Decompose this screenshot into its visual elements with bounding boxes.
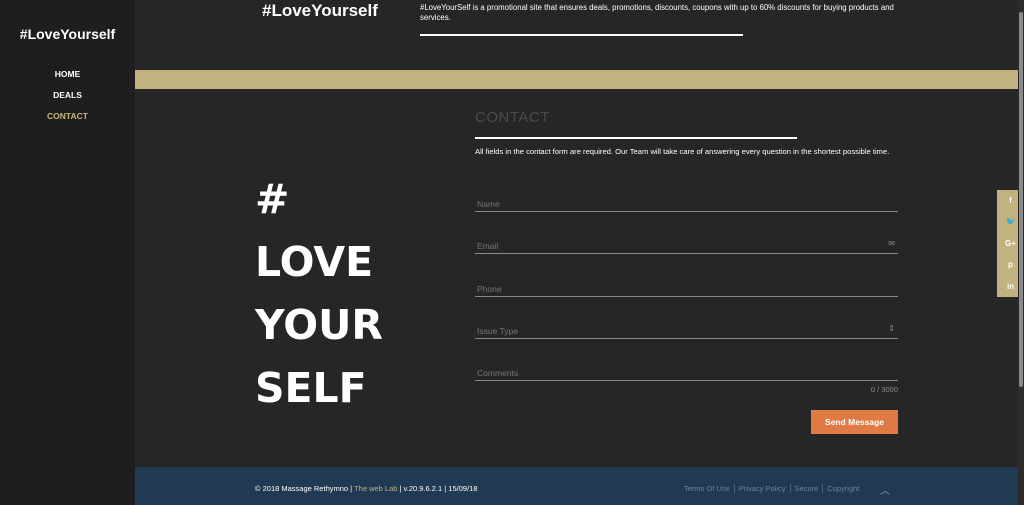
hero-line-self: SELF bbox=[255, 364, 367, 412]
footer-copyright: © 2018 Massage Rethymno | The web Lab | … bbox=[255, 484, 478, 493]
comments-textarea[interactable] bbox=[475, 368, 898, 378]
phone-input[interactable] bbox=[475, 284, 898, 294]
sidebar-logo[interactable]: #LoveYourself bbox=[0, 26, 135, 42]
comments-counter: 0 / 3000 bbox=[870, 385, 898, 394]
secure-link[interactable]: Secure bbox=[790, 484, 824, 493]
contact-title: CONTACT bbox=[475, 109, 550, 126]
hero-line-hash: # bbox=[255, 175, 290, 223]
header: #LoveYourself #LoveYourSelf is a promoti… bbox=[135, 0, 1018, 70]
send-message-button[interactable]: Send Message bbox=[811, 410, 898, 434]
nav-item-deals[interactable]: DEALS bbox=[0, 90, 135, 111]
gold-band bbox=[135, 70, 1018, 89]
scrollbar-thumb[interactable] bbox=[1019, 12, 1023, 387]
name-field bbox=[475, 194, 898, 212]
name-input[interactable] bbox=[475, 199, 898, 209]
header-title: #LoveYourself bbox=[262, 1, 378, 20]
copyright-text: © 2018 Massage Rethymno | bbox=[255, 484, 355, 493]
version-text: | v.20.9.6.2.1 | 15/09/18 bbox=[397, 484, 478, 493]
email-input[interactable] bbox=[475, 241, 898, 251]
issue-type-field: ⇕ bbox=[475, 321, 898, 339]
comments-field bbox=[475, 363, 898, 381]
sidebar-nav: HOME DEALS CONTACT bbox=[0, 69, 135, 132]
scroll-up-icon[interactable]: ︿ bbox=[880, 482, 890, 497]
footer: © 2018 Massage Rethymno | The web Lab | … bbox=[135, 467, 1018, 505]
hero-line-your: YOUR bbox=[255, 301, 383, 349]
weblab-link[interactable]: The web Lab bbox=[354, 484, 397, 493]
select-arrows-icon: ⇕ bbox=[888, 324, 895, 333]
sidebar: #LoveYourself HOME DEALS CONTACT bbox=[0, 0, 135, 505]
email-field: ✉ bbox=[475, 236, 898, 254]
privacy-link[interactable]: Privacy Policy bbox=[734, 484, 791, 493]
phone-field bbox=[475, 279, 898, 297]
terms-link[interactable]: Terms Of Use bbox=[680, 484, 735, 493]
header-divider bbox=[420, 34, 743, 36]
hero-heading: # LOVE YOUR SELF bbox=[255, 168, 383, 420]
hero-line-love: LOVE bbox=[255, 238, 374, 286]
main-content: #LoveYourself #LoveYourSelf is a promoti… bbox=[135, 0, 1018, 505]
nav-item-contact[interactable]: CONTACT bbox=[0, 111, 135, 132]
issue-type-select[interactable] bbox=[475, 326, 898, 336]
contact-divider bbox=[475, 137, 797, 139]
nav-item-home[interactable]: HOME bbox=[0, 69, 135, 90]
copyright-link[interactable]: Copyright bbox=[823, 484, 863, 493]
contact-description: All fields in the contact form are requi… bbox=[475, 147, 890, 156]
footer-links: Terms Of Use Privacy Policy Secure Copyrigh… bbox=[680, 484, 863, 493]
header-description: #LoveYourSelf is a promotional site that… bbox=[420, 3, 894, 22]
envelope-icon: ✉ bbox=[888, 239, 895, 248]
